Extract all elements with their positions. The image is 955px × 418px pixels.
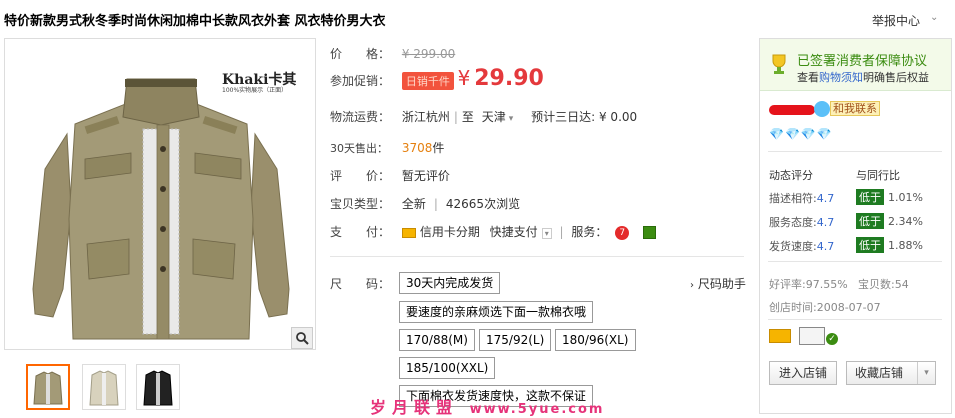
chevron-down-icon[interactable]: ⌄ xyxy=(930,12,938,23)
arrival-label: 预计三日达: xyxy=(531,110,596,124)
watermark-text: 岁月联盟 xyxy=(370,398,459,417)
favorite-shop-label: 收藏店铺 xyxy=(855,366,904,380)
brand-subtext: 100%实物展示（正面） xyxy=(222,87,288,94)
price-row: 价 格： ¥ 299.00 xyxy=(330,45,455,62)
size-option[interactable]: 175/92(L) xyxy=(479,329,552,351)
sold-count: 3708 xyxy=(401,141,433,155)
seven-day-return-icon: 7 xyxy=(615,225,630,240)
rating-row: 描述相符:4.7 xyxy=(769,192,835,205)
product-main-image[interactable]: Khaki卡其 100%实物展示（正面） xyxy=(4,38,316,350)
size-helper-label: 尺码助手 xyxy=(697,277,746,291)
report-center-link[interactable]: 举报中心 xyxy=(872,12,920,29)
pay-label: 支 付： xyxy=(330,225,391,239)
thumbnail-khaki[interactable] xyxy=(26,364,70,410)
page-title: 特价新款男式秋冬季时尚休闲加棉中长款风衣外套 风衣特价男大衣 xyxy=(4,14,386,29)
divider xyxy=(768,151,942,152)
rating-compare: 低于 2.34% xyxy=(856,213,923,229)
guarantee-box: 已签署消费者保障协议 查看购物须知明确售后权益 xyxy=(760,39,951,91)
size-option[interactable]: 180/96(XL) xyxy=(555,329,636,351)
guarantee-sub-prefix: 查看 xyxy=(797,71,819,84)
chevron-down-icon[interactable]: ▾ xyxy=(917,362,935,384)
guarantee-title: 已签署消费者保障协议 xyxy=(797,54,928,69)
review-row: 评 价： 暂无评价 xyxy=(330,167,450,184)
rating-compare: 低于 1.88% xyxy=(856,237,923,253)
ship-to-select[interactable]: 天津 xyxy=(482,110,506,124)
pay-quick[interactable]: 快捷支付 xyxy=(490,225,538,239)
watermark: 岁月联盟 www.5yue.com xyxy=(370,394,604,418)
sold-unit: 件 xyxy=(432,141,445,155)
watermark-url: www.5yue.com xyxy=(469,402,605,417)
type-row: 宝贝类型： 全新 | 42665次浏览 xyxy=(330,197,521,211)
rating-row: 服务态度:4.7 xyxy=(769,216,835,229)
good-rate: 好评率:97.55% xyxy=(769,278,848,291)
size-label: 尺 码： xyxy=(330,277,391,291)
rating-label: 动态评分 xyxy=(769,169,813,182)
seller-panel: 已签署消费者保障协议 查看购物须知明确售后权益 和我联系 💎💎💎💎 动态评分 与… xyxy=(759,38,952,414)
trophy-icon xyxy=(769,53,789,75)
type-value: 全新 xyxy=(401,197,426,211)
promo-label: 参加促销： xyxy=(330,74,391,88)
promo-currency: ¥ xyxy=(457,66,471,90)
sold-label: 30天售出： xyxy=(330,142,388,155)
size-option[interactable]: 185/100(XXL) xyxy=(399,357,496,379)
payment-row: 支 付： 信用卡分期 快捷支付 ▾ | 服务： 7 xyxy=(330,223,657,240)
guarantee-subtext: 查看购物须知明确售后权益 xyxy=(797,69,929,85)
divider xyxy=(768,261,942,262)
ship-from: 浙江杭州 xyxy=(401,110,450,124)
zoom-icon[interactable] xyxy=(291,327,313,349)
views-count: 42665次浏览 xyxy=(445,197,521,211)
certified-icon xyxy=(799,327,825,345)
size-helper-link[interactable]: › 尺码助手 xyxy=(690,275,746,292)
pay-installment[interactable]: 信用卡分期 xyxy=(420,225,480,239)
contact-label: 和我联系 xyxy=(830,101,880,116)
promo-badge: 日销千件 xyxy=(401,72,454,90)
compare-label: 与同行比 xyxy=(856,169,900,182)
check-icon: ✓ xyxy=(826,333,838,345)
chevron-down-icon[interactable]: ▾ xyxy=(541,228,552,239)
guarantee-sub-suffix: 明确售后权益 xyxy=(863,71,929,84)
title-bar: 特价新款男式秋冬季时尚休闲加棉中长款风衣外套 风衣特价男大衣 举报中心 ⌄ xyxy=(0,0,955,36)
thumbnail-black[interactable] xyxy=(136,364,180,410)
promo-row: 参加促销： 日销千件 ¥ 29.90 xyxy=(330,66,544,91)
promo-price: 29.90 xyxy=(474,66,544,91)
size-option[interactable]: 30天内完成发货 xyxy=(399,272,501,294)
chat-icon xyxy=(814,101,830,117)
size-option[interactable]: 要速度的亲麻烦选下面一款棉衣哦 xyxy=(399,301,594,323)
item-count: 宝贝数:54 xyxy=(858,278,909,291)
rating-compare: 低于 1.01% xyxy=(856,189,923,205)
divider xyxy=(768,319,942,320)
seller-rank-diamonds: 💎💎💎💎 xyxy=(769,127,833,141)
size-option[interactable]: 170/88(M) xyxy=(399,329,475,351)
original-price: ¥ 299.00 xyxy=(401,47,456,61)
type-label: 宝贝类型： xyxy=(330,197,391,211)
shipping-row: 物流运费： 浙江杭州 | 至 天津 ▾ 预计三日达: ¥ 0.00 xyxy=(330,110,638,124)
favorite-shop-button[interactable]: 收藏店铺 ▾ xyxy=(846,361,936,385)
chevron-right-icon: › xyxy=(690,280,694,291)
shipping-label: 物流运费： xyxy=(330,110,391,124)
shipping-fee: ¥ 0.00 xyxy=(598,110,638,124)
sold-row: 30天售出： 3708件 xyxy=(330,139,444,156)
enter-shop-button[interactable]: 进入店铺 xyxy=(769,361,837,385)
review-value: 暂无评价 xyxy=(401,169,450,183)
credit-card-icon xyxy=(401,227,416,238)
chevron-down-icon[interactable]: ▾ xyxy=(509,114,514,124)
contact-seller-button[interactable]: 和我联系 xyxy=(814,100,880,117)
thumbnail-beige[interactable] xyxy=(82,364,126,410)
price-label: 价 格： xyxy=(330,47,391,61)
review-label: 评 价： xyxy=(330,169,391,183)
divider xyxy=(330,256,744,257)
shopping-notice-link[interactable]: 购物须知 xyxy=(819,71,863,84)
invoice-icon xyxy=(643,226,657,239)
ship-to-prefix: 至 xyxy=(461,110,474,124)
open-date: 创店时间:2008-07-07 xyxy=(769,301,881,314)
credit-card-icon xyxy=(769,329,791,343)
size-label-row: 尺 码： xyxy=(330,275,390,292)
service-label: 服务： xyxy=(571,225,608,239)
rating-row: 发货速度:4.7 xyxy=(769,240,835,253)
seller-name-redacted xyxy=(769,105,815,115)
